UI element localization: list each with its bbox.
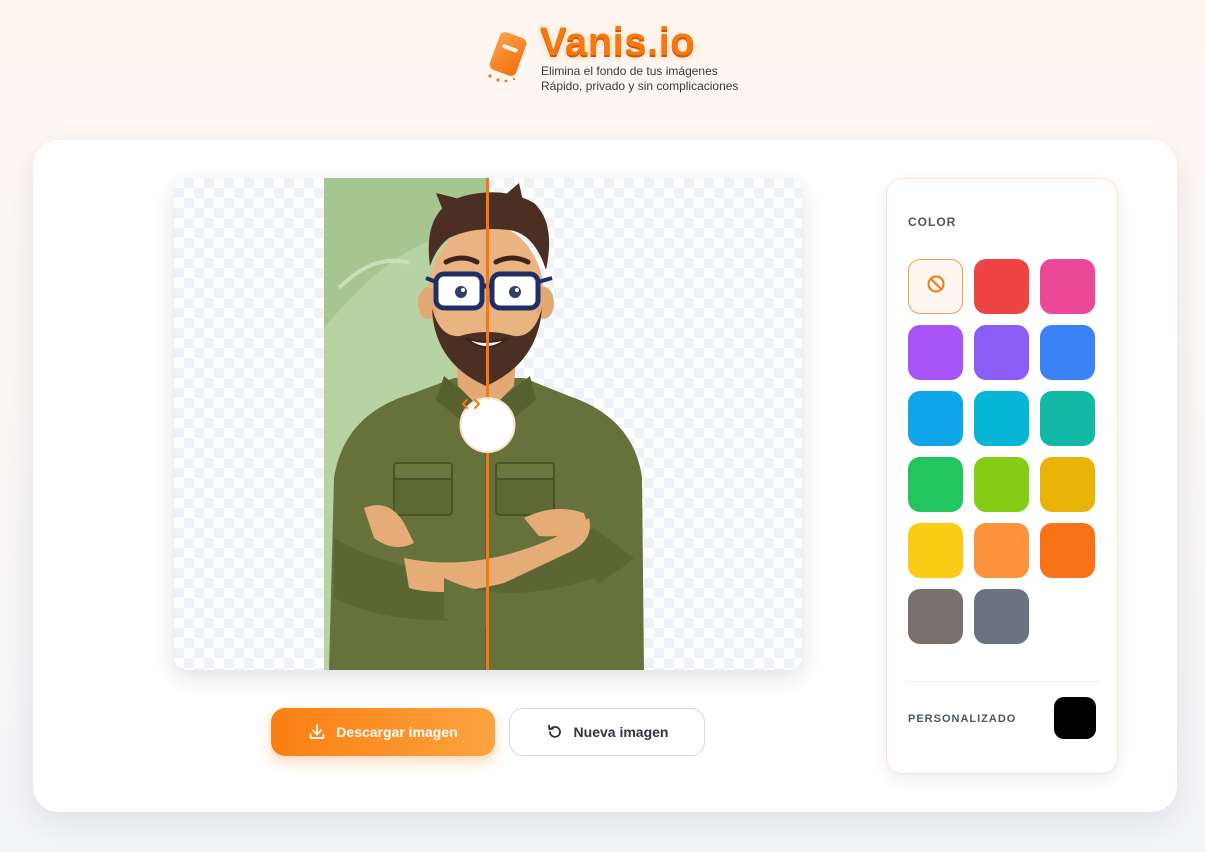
custom-color-label: PERSONALIZADO — [908, 713, 1017, 725]
tagline-primary: Elimina el fondo de tus imágenes — [541, 64, 718, 78]
new-image-button[interactable]: Nueva imagen — [509, 708, 705, 756]
color-swatch-none[interactable] — [908, 259, 963, 314]
color-swatch-purple[interactable] — [908, 325, 963, 380]
custom-color-picker[interactable] — [1054, 697, 1096, 739]
color-panel: COLOR PERSONALIZADO — [886, 178, 1118, 774]
comparison-slider-handle[interactable] — [461, 398, 515, 452]
download-icon — [308, 723, 326, 741]
color-swatch-red[interactable] — [974, 259, 1029, 314]
color-swatch-orange[interactable] — [1040, 523, 1095, 578]
color-swatch-stone[interactable] — [908, 589, 963, 644]
refresh-icon — [546, 723, 564, 741]
color-swatch-sky[interactable] — [908, 391, 963, 446]
color-swatch-orange-light[interactable] — [974, 523, 1029, 578]
color-swatch-slate[interactable] — [974, 589, 1029, 644]
eraser-icon — [486, 28, 530, 84]
app-header: Vanis.io Elimina el fondo de tus imágene… — [0, 0, 1205, 130]
color-panel-title: COLOR — [908, 215, 957, 229]
color-swatch-yellow[interactable] — [908, 523, 963, 578]
color-swatch-violet[interactable] — [974, 325, 1029, 380]
download-image-label: Descargar imagen — [336, 724, 458, 740]
color-swatch-cyan[interactable] — [974, 391, 1029, 446]
color-swatch-teal[interactable] — [1040, 391, 1095, 446]
comparison-preview[interactable] — [174, 178, 802, 670]
color-swatch-green[interactable] — [908, 457, 963, 512]
panel-divider — [908, 681, 1098, 682]
color-swatch-pink[interactable] — [1040, 259, 1095, 314]
color-swatch-amber[interactable] — [1040, 457, 1095, 512]
tagline-secondary: Rápido, privado y sin complicaciones — [541, 79, 739, 93]
color-swatch-lime[interactable] — [974, 457, 1029, 512]
no-color-icon — [926, 274, 946, 299]
download-image-button[interactable]: Descargar imagen — [271, 708, 495, 756]
new-image-label: Nueva imagen — [573, 724, 669, 740]
brand-title: Vanis.io — [540, 20, 696, 64]
color-swatch-blue[interactable] — [1040, 325, 1095, 380]
